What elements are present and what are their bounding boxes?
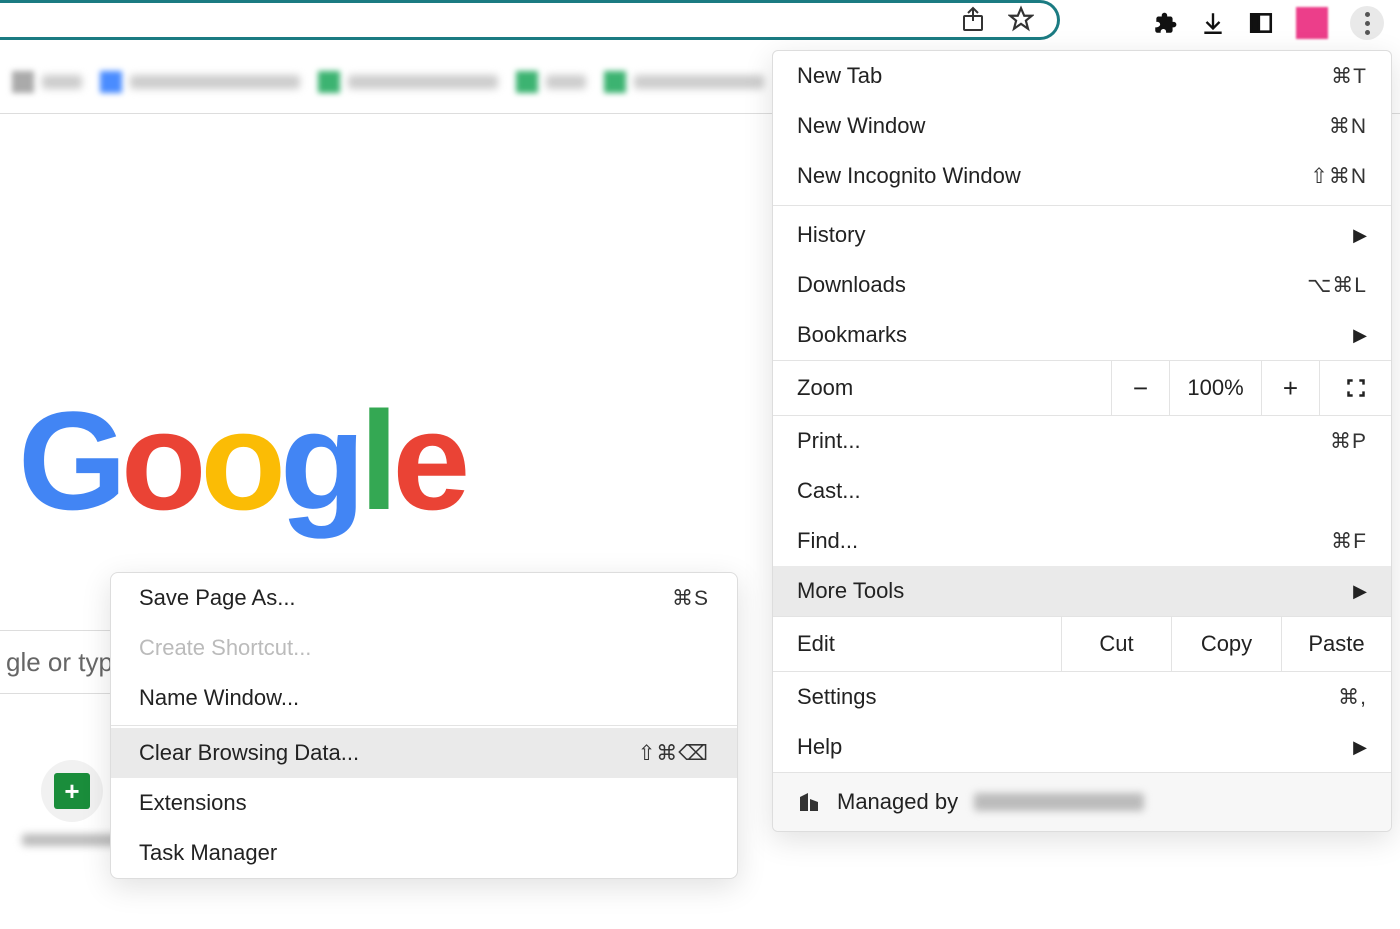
menu-shortcut: ⌘, — [1338, 685, 1367, 710]
submenu-label: Name Window... — [139, 685, 299, 711]
shortcut-icon: + — [54, 773, 90, 809]
submenu-separator — [111, 725, 737, 726]
menu-label: Settings — [797, 684, 877, 710]
menu-edit-label: Edit — [773, 617, 1061, 671]
bookmark-star-icon[interactable] — [1008, 6, 1034, 32]
menu-new-incognito[interactable]: New Incognito Window ⇧⌘N — [773, 151, 1391, 201]
edit-paste-button[interactable]: Paste — [1281, 617, 1391, 671]
zoom-out-button[interactable]: − — [1111, 361, 1169, 415]
zoom-level: 100% — [1169, 361, 1261, 415]
menu-cast[interactable]: Cast... — [773, 466, 1391, 516]
building-icon — [797, 790, 821, 814]
managed-org-redacted — [974, 793, 1144, 811]
menu-edit-row: Edit Cut Copy Paste — [773, 616, 1391, 672]
menu-downloads[interactable]: Downloads ⌥⌘L — [773, 260, 1391, 310]
zoom-in-button[interactable]: + — [1261, 361, 1319, 415]
menu-shortcut: ⇧⌘N — [1310, 164, 1367, 189]
menu-shortcut: ⌘N — [1329, 114, 1367, 139]
menu-zoom-row: Zoom − 100% + — [773, 360, 1391, 416]
submenu-task-manager[interactable]: Task Manager — [111, 828, 737, 878]
menu-label: Help — [797, 734, 842, 760]
bookmark-item[interactable] — [604, 71, 764, 93]
menu-label: Bookmarks — [797, 322, 907, 348]
menu-label: Cast... — [797, 478, 861, 504]
menu-history[interactable]: History ▶ — [773, 210, 1391, 260]
menu-shortcut: ⌘T — [1331, 64, 1367, 89]
menu-help[interactable]: Help ▶ — [773, 722, 1391, 772]
submenu-name-window[interactable]: Name Window... — [111, 673, 737, 723]
menu-label: Find... — [797, 528, 858, 554]
downloads-icon[interactable] — [1200, 10, 1226, 36]
submenu-arrow-icon: ▶ — [1353, 325, 1367, 346]
bookmark-item[interactable] — [100, 71, 300, 93]
chrome-menu-button[interactable] — [1350, 6, 1384, 40]
submenu-clear-browsing-data[interactable]: Clear Browsing Data... ⇧⌘⌫ — [111, 728, 737, 778]
search-placeholder-fragment: gle or typ — [6, 647, 113, 678]
chrome-main-menu: New Tab ⌘T New Window ⌘N New Incognito W… — [772, 50, 1392, 832]
submenu-shortcut: ⌘S — [672, 586, 709, 611]
share-icon[interactable] — [960, 6, 986, 32]
bookmark-item[interactable] — [516, 71, 586, 93]
submenu-label: Extensions — [139, 790, 247, 816]
menu-new-window[interactable]: New Window ⌘N — [773, 101, 1391, 151]
extensions-icon[interactable] — [1152, 10, 1178, 36]
menu-new-tab[interactable]: New Tab ⌘T — [773, 51, 1391, 101]
bookmark-item[interactable] — [318, 71, 498, 93]
menu-settings[interactable]: Settings ⌘, — [773, 672, 1391, 722]
menu-print[interactable]: Print... ⌘P — [773, 416, 1391, 466]
submenu-save-page[interactable]: Save Page As... ⌘S — [111, 573, 737, 623]
menu-find[interactable]: Find... ⌘F — [773, 516, 1391, 566]
menu-label: Print... — [797, 428, 861, 454]
submenu-extensions[interactable]: Extensions — [111, 778, 737, 828]
edit-cut-button[interactable]: Cut — [1061, 617, 1171, 671]
menu-label: History — [797, 222, 865, 248]
menu-managed-by[interactable]: Managed by — [773, 772, 1391, 831]
side-panel-icon[interactable] — [1248, 10, 1274, 36]
fullscreen-button[interactable] — [1319, 361, 1391, 415]
address-bar[interactable] — [0, 0, 1060, 40]
submenu-label: Create Shortcut... — [139, 635, 311, 661]
submenu-arrow-icon: ▶ — [1353, 737, 1367, 758]
submenu-arrow-icon: ▶ — [1353, 225, 1367, 246]
menu-bookmarks[interactable]: Bookmarks ▶ — [773, 310, 1391, 360]
menu-shortcut: ⌘F — [1331, 529, 1367, 554]
menu-label: New Incognito Window — [797, 163, 1021, 189]
profile-avatar[interactable] — [1296, 7, 1328, 39]
menu-separator — [773, 205, 1391, 206]
managed-label: Managed by — [837, 789, 958, 815]
edit-copy-button[interactable]: Copy — [1171, 617, 1281, 671]
menu-zoom-label: Zoom — [773, 361, 1111, 415]
menu-shortcut: ⌘P — [1330, 429, 1367, 454]
submenu-arrow-icon: ▶ — [1353, 581, 1367, 602]
submenu-label: Save Page As... — [139, 585, 296, 611]
menu-label: More Tools — [797, 578, 904, 604]
menu-label: New Window — [797, 113, 925, 139]
submenu-shortcut: ⇧⌘⌫ — [638, 741, 709, 766]
bookmark-item[interactable] — [12, 71, 82, 93]
google-logo: Google — [18, 380, 464, 542]
shortcut-label — [22, 834, 122, 846]
menu-label: Downloads — [797, 272, 906, 298]
menu-more-tools[interactable]: More Tools ▶ — [773, 566, 1391, 616]
menu-label: New Tab — [797, 63, 882, 89]
submenu-label: Task Manager — [139, 840, 277, 866]
menu-shortcut: ⌥⌘L — [1307, 273, 1367, 298]
submenu-create-shortcut: Create Shortcut... — [111, 623, 737, 673]
more-tools-submenu: Save Page As... ⌘S Create Shortcut... Na… — [110, 572, 738, 879]
submenu-label: Clear Browsing Data... — [139, 740, 359, 766]
ntp-shortcut[interactable]: + — [22, 760, 122, 846]
